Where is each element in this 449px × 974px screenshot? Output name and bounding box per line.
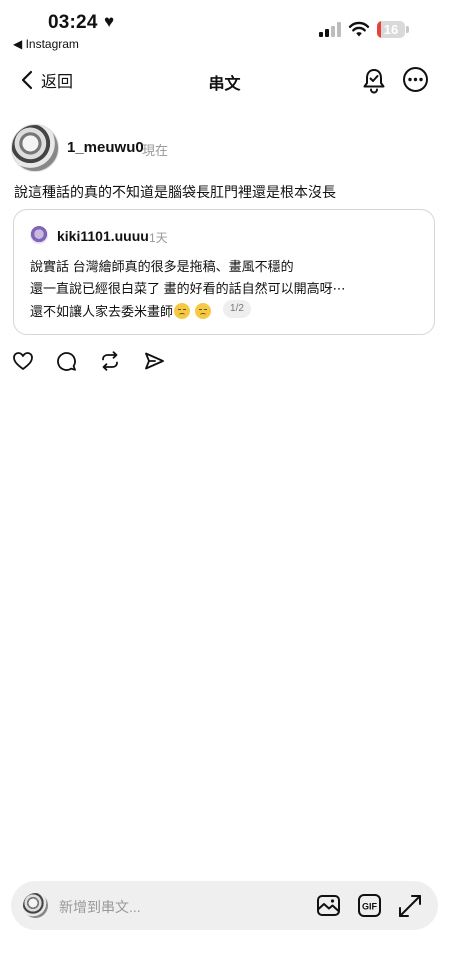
share-send-icon[interactable] xyxy=(143,350,165,372)
battery-level: 16 xyxy=(383,22,399,37)
image-attach-icon[interactable] xyxy=(316,893,341,918)
heart-status-icon: ♥ xyxy=(104,12,115,31)
cellular-signal-icon xyxy=(319,22,341,37)
back-to-instagram-link[interactable]: ◀ Instagram xyxy=(13,37,79,51)
quoted-author-avatar[interactable] xyxy=(30,226,48,244)
quoted-text-line-with-emoji: 還不如讓人家去委米畫師 xyxy=(30,301,211,320)
post-timestamp: 現在 xyxy=(142,143,169,158)
quoted-post-timestamp: 1天 xyxy=(149,231,168,245)
composer-placeholder[interactable]: 新增到串文... xyxy=(59,897,141,917)
reply-composer[interactable]: 新增到串文... GIF xyxy=(11,881,438,930)
disappointed-face-emoji-icon xyxy=(194,303,211,319)
author-username[interactable]: 1_meuwu0 xyxy=(67,139,144,156)
author-avatar[interactable] xyxy=(11,124,59,172)
composer-avatar xyxy=(23,893,48,918)
repost-icon[interactable] xyxy=(99,350,121,372)
status-time: 03:24 xyxy=(48,12,98,33)
quoted-text-line: 說實話 台灣繪師真的很多是拖稿、畫風不穩的 xyxy=(30,259,294,274)
notification-bell-icon[interactable] xyxy=(360,66,388,94)
comment-bubble-icon[interactable] xyxy=(55,350,77,372)
gif-icon[interactable]: GIF xyxy=(357,893,382,918)
quoted-author-username[interactable]: kiki1101.uuuu xyxy=(57,228,149,244)
battery-icon: 16 xyxy=(377,21,410,38)
more-options-icon[interactable] xyxy=(402,66,429,93)
like-heart-icon[interactable] xyxy=(12,350,34,372)
svg-text:GIF: GIF xyxy=(362,902,378,912)
quoted-text: 還不如讓人家去委米畫師 xyxy=(30,304,174,319)
post-text: 說這種話的真的不知道是腦袋長肛門裡還是根本沒長 xyxy=(14,184,336,200)
quoted-text-line: 還一直說已經很白菜了 畫的好看的話自然可以開高呀⋯ xyxy=(30,281,346,296)
media-page-indicator: 1/2 xyxy=(223,300,251,318)
disappointed-face-emoji-icon xyxy=(174,303,191,319)
wifi-icon xyxy=(348,21,370,37)
expand-icon[interactable] xyxy=(397,893,423,919)
quoted-post-card[interactable]: kiki1101.uuuu 1天 說實話 台灣繪師真的很多是拖稿、畫風不穩的 還… xyxy=(13,209,435,335)
